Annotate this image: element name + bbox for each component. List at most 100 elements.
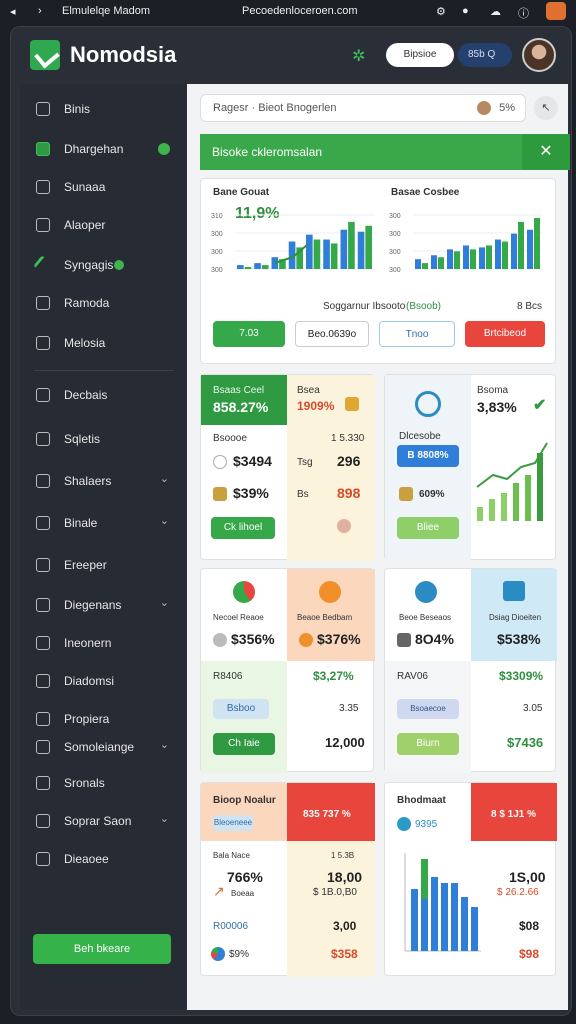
profile-icon[interactable] (546, 2, 566, 20)
sidebar-item[interactable]: Dhargehan (34, 136, 179, 162)
header-search-button[interactable]: 85b Q (458, 43, 512, 67)
sidebar-item[interactable]: Sunaaa (34, 174, 179, 200)
sidebar-item[interactable]: Sronals (34, 770, 179, 796)
edit-icon (36, 558, 50, 572)
chevron-down-icon[interactable]: ⌄ (160, 596, 169, 609)
sidebar-item[interactable]: Somoleiange ⌄ (34, 734, 179, 760)
cloud-icon[interactable]: ☁ (490, 5, 501, 18)
trend-line (476, 442, 548, 488)
trend-bar (525, 475, 531, 521)
user-icon (36, 636, 50, 650)
chart-caption-value: 8 Bcs (517, 301, 543, 312)
chevron-down-icon[interactable]: ⌄ (160, 514, 169, 527)
status-dot-icon (158, 143, 170, 155)
kpi-d-button[interactable]: Biurn (397, 733, 459, 755)
sidebar-item-label: Sunaaa (64, 180, 106, 194)
chip-green-label: 7.03 (239, 328, 259, 339)
chip-blue[interactable]: Tnoo (379, 321, 455, 347)
kpi-b-head-value: 3,83% (477, 399, 517, 415)
search-input[interactable]: Ragesr · Bieot Bnogerlen 5% (200, 94, 526, 122)
kpi-c-tag[interactable]: Bsboo (213, 699, 269, 719)
chart-bar (313, 239, 321, 269)
sidebar-item[interactable]: Dieaoee (34, 846, 179, 872)
chip-red[interactable]: Brtcibeod (465, 321, 545, 347)
sidebar-cta-button[interactable]: Beh bkeare (33, 934, 171, 964)
chart-bar (534, 217, 540, 269)
url-text[interactable]: Pecoedenloceroen.com (242, 5, 358, 17)
chart-bar (323, 239, 330, 269)
sidebar-item[interactable]: Ramoda (34, 290, 179, 316)
kpi-a-r1b: Tsg (297, 457, 313, 468)
inbox-icon (36, 142, 50, 156)
gear-icon[interactable]: ⚙ (436, 5, 446, 18)
sidebar-item[interactable]: Diegenans ⌄ (34, 592, 179, 618)
info-icon[interactable]: ⓘ (518, 5, 529, 21)
grid-icon (36, 218, 50, 232)
chip-outline[interactable]: Beo.0639o (295, 321, 369, 347)
sidebar-item[interactable]: Shalaers ⌄ (34, 468, 179, 494)
sidebar-item[interactable]: Propiera (34, 706, 179, 732)
sidebar-item[interactable]: Decbais (34, 382, 179, 408)
kpi-b-pill[interactable]: B 8808% (397, 445, 459, 467)
sidebar-item[interactable]: Binale ⌄ (34, 510, 179, 536)
back-icon[interactable]: ◂ (10, 5, 16, 18)
sidebar-item[interactable]: Soprar Saon ⌄ (34, 808, 179, 834)
sidebar-item[interactable]: Melosia (34, 330, 179, 356)
github-icon[interactable]: ● (462, 5, 469, 17)
list-icon (503, 581, 525, 601)
kpi-b-button[interactable]: Bliee (397, 517, 459, 539)
chart-bar (495, 239, 501, 269)
chip-green[interactable]: 7.03 (213, 321, 285, 347)
chart-bar (479, 247, 485, 269)
target-icon (213, 455, 227, 469)
settings-gear-icon[interactable]: ✲ (352, 46, 365, 66)
sidebar-item[interactable]: Alaoper (34, 212, 179, 238)
trend-bar (513, 483, 519, 521)
sidebar-item[interactable]: Syngagis (33, 252, 179, 278)
status-bar: ◂ › Elmulelqe Madom Pecoedenloceroen.com… (0, 0, 576, 24)
search-value: 5% (499, 102, 515, 114)
chart-bar (411, 889, 418, 951)
kpi-a-r2c: 898 (337, 485, 361, 501)
chevron-down-icon[interactable]: ⌄ (160, 738, 169, 751)
sidebar-item-label: Ramoda (64, 296, 110, 310)
avatar[interactable] (522, 38, 556, 72)
kpi-e-sub[interactable]: Bleoeneee (213, 815, 253, 831)
kpi-d-tag[interactable]: Bsoaecoe (397, 699, 459, 719)
sidebar-item-label: Propiera (64, 712, 110, 726)
sidebar-item[interactable]: Binis (34, 96, 179, 122)
kpi-c-button[interactable]: Ch Iaie (213, 733, 275, 755)
globe-icon (36, 432, 50, 446)
close-icon[interactable]: ✕ (522, 134, 570, 170)
kpi-e-big: 766% (227, 869, 263, 885)
sidebar-item-label: Shalaers (64, 474, 112, 488)
forward-icon[interactable]: › (38, 5, 42, 17)
sidebar-item-label: Decbais (64, 388, 108, 402)
sidebar-item[interactable]: Sqletis (34, 426, 179, 452)
kpi-card-b: Bsoma 3,83% ✔ Dlcesobe B 8808% 609% Blie… (384, 374, 556, 561)
sidebar-item[interactable]: Ereeper (34, 552, 179, 578)
filter-button[interactable]: ↖ (534, 96, 558, 120)
header-pill-button[interactable]: Bipsioe (386, 43, 454, 67)
box-icon (36, 474, 50, 488)
kpi-a-button[interactable]: Ck lihoel (211, 517, 275, 539)
kpi-card-f: Bhodmaat 8 $ 1J1 % 9395 1S,00 $ 26.2.66 … (384, 782, 557, 976)
kpi-f-bar-chart (404, 853, 481, 952)
chevron-down-icon[interactable]: ⌄ (160, 812, 169, 825)
kpi-a-head-right-value: 1909% (297, 399, 335, 413)
kpi-f-foot-r: $98 (519, 947, 540, 961)
globe-icon (397, 817, 411, 831)
kpi-e-foot-r: $358 (331, 947, 358, 961)
sidebar-item[interactable]: Diadomsi (34, 668, 179, 694)
chevron-down-icon[interactable]: ⌄ (160, 472, 169, 485)
trend-bar (537, 453, 543, 521)
chart-bar (454, 251, 460, 269)
chart-bar (431, 877, 438, 951)
wallet-icon (213, 487, 227, 501)
chart-bar (357, 231, 365, 269)
kpi-a-r2a: $39% (233, 485, 269, 501)
kpi-f-row-r: $08 (519, 919, 540, 933)
kpi-d-row1: RAV06 (397, 671, 428, 682)
sidebar-item[interactable]: Ineonern (34, 630, 179, 656)
chart-bar (254, 263, 261, 269)
